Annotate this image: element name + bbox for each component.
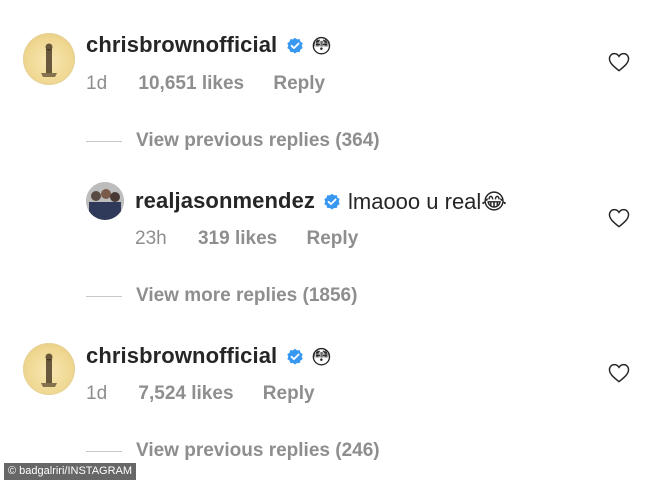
comment-likes[interactable]: 7,524 likes (138, 383, 233, 404)
view-replies-link[interactable]: View previous replies (364) (136, 130, 380, 152)
comment-meta: 1d 7,524 likes Reply (86, 383, 315, 405)
view-replies-link[interactable]: View previous replies (246) (136, 440, 380, 462)
avatar-group-photo-icon (86, 182, 124, 220)
verified-badge-icon (287, 37, 303, 54)
comment-text: 😳 (311, 345, 332, 369)
comment-likes[interactable]: 10,651 likes (138, 73, 244, 94)
replies-divider (86, 451, 122, 452)
image-credit-watermark: © badgalriri/INSTAGRAM (4, 463, 137, 480)
avatar-realjasonmendez[interactable] (86, 182, 124, 220)
comment-likes[interactable]: 319 likes (198, 228, 277, 249)
comment-text: 😳 (311, 34, 332, 58)
heart-outline-icon[interactable] (608, 52, 630, 72)
comment-username[interactable]: chrisbrownofficial (86, 343, 277, 369)
replies-divider (86, 296, 122, 297)
reply-button[interactable]: Reply (263, 383, 315, 404)
verified-badge-icon (287, 348, 303, 365)
comment-time: 23h (135, 228, 167, 249)
comment-time: 1d (86, 383, 108, 404)
avatar-figure-icon (41, 43, 57, 77)
heart-outline-icon[interactable] (608, 208, 630, 228)
comment-username[interactable]: realjasonmendez (135, 188, 315, 214)
avatar-chrisbrown[interactable] (23, 343, 75, 395)
comment-time: 1d (86, 73, 108, 94)
avatar-chrisbrown[interactable] (23, 33, 75, 85)
view-replies-link[interactable]: View more replies (1856) (136, 285, 357, 307)
comment-text: lmaooo u real😂 (348, 189, 508, 214)
comment-username[interactable]: chrisbrownofficial (86, 32, 277, 58)
reply-button[interactable]: Reply (273, 73, 325, 94)
heart-outline-icon[interactable] (608, 363, 630, 383)
reply-button[interactable]: Reply (307, 228, 359, 249)
avatar-figure-icon (41, 353, 57, 387)
comment-meta: 1d 10,651 likes Reply (86, 73, 325, 95)
verified-badge-icon (324, 193, 340, 210)
replies-divider (86, 141, 122, 142)
comment-meta: 23h 319 likes Reply (135, 228, 358, 250)
